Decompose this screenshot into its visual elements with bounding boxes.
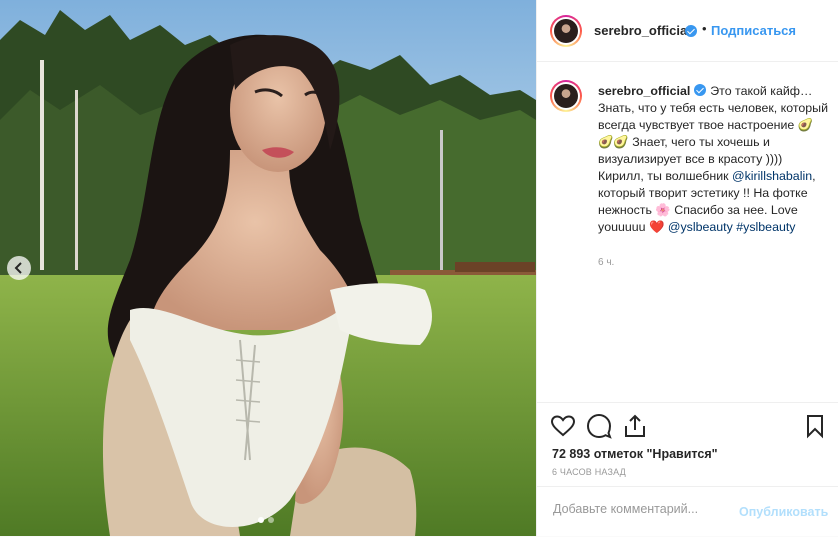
hashtag-link[interactable]: #yslbeauty	[736, 220, 795, 234]
follow-button[interactable]: Подписаться	[711, 23, 796, 38]
comment-input[interactable]	[551, 501, 735, 517]
username-link[interactable]: serebro_official	[594, 23, 691, 38]
comments-section: serebro_official Это такой кайф… Знать, ч…	[537, 62, 838, 402]
publish-button[interactable]: Опубликовать	[739, 505, 828, 519]
post-sidebar: serebro_official • Подписаться serebro_o…	[536, 0, 838, 536]
action-bar: 72 893 отметок "Нравится" 6 ЧАСОВ НАЗАД	[537, 402, 838, 477]
verified-badge-icon	[685, 25, 697, 37]
comment-icon[interactable]	[586, 413, 612, 439]
likes-count[interactable]: 72 893 отметок "Нравится"	[552, 447, 718, 461]
mention-link[interactable]: @yslbeauty	[668, 220, 733, 234]
post-header: serebro_official • Подписаться	[537, 0, 838, 62]
add-comment-form: Опубликовать	[537, 486, 838, 537]
post-caption: serebro_official Это такой кайф… Знать, ч…	[598, 83, 828, 236]
carousel-dot-active	[258, 517, 264, 523]
share-icon[interactable]	[622, 413, 648, 439]
avatar[interactable]	[550, 80, 582, 112]
carousel-indicator	[258, 517, 274, 523]
post-photo[interactable]	[0, 0, 536, 536]
separator-dot: •	[702, 21, 707, 36]
verified-badge-icon	[694, 84, 707, 96]
mention-link[interactable]: @kirillshabalin	[732, 169, 812, 183]
post-time-ago[interactable]: 6 ЧАСОВ НАЗАД	[552, 467, 626, 477]
chevron-left-icon	[14, 262, 22, 274]
photo-image	[0, 0, 536, 536]
carousel-dot	[268, 517, 274, 523]
instagram-post: serebro_official • Подписаться serebro_o…	[0, 0, 838, 536]
heart-icon[interactable]	[550, 413, 576, 439]
bookmark-icon[interactable]	[802, 413, 828, 439]
carousel-prev-button[interactable]	[7, 256, 31, 280]
caption-username-link[interactable]: serebro_official	[598, 84, 690, 98]
avatar[interactable]	[550, 15, 582, 47]
caption-timestamp: 6 ч.	[598, 257, 615, 268]
